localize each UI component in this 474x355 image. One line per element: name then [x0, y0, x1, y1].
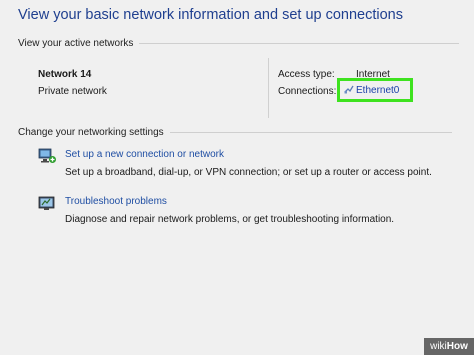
access-type-label: Access type: [278, 69, 335, 80]
change-settings-header: Change your networking settings [18, 127, 452, 138]
troubleshoot-icon [37, 193, 57, 218]
change-settings-heading: Change your networking settings [18, 127, 164, 138]
active-networks-heading: View your active networks [18, 38, 134, 49]
column-divider [268, 58, 269, 118]
troubleshoot-description: Diagnose and repair network problems, or… [65, 214, 395, 225]
active-networks-header: View your active networks [18, 38, 460, 49]
setup-connection-description: Set up a broadband, dial-up, or VPN conn… [65, 167, 432, 178]
page-title: View your basic network information and … [18, 7, 404, 23]
wikihow-watermark: wiki How [424, 338, 474, 355]
setup-connection-link[interactable]: Set up a new connection or network [65, 149, 224, 160]
ethernet-connection-label[interactable]: Ethernet0 [356, 85, 399, 96]
new-connection-icon [37, 146, 57, 171]
watermark-suffix: How [446, 341, 468, 352]
network-name: Network 14 [38, 69, 92, 80]
connections-label: Connections: [278, 86, 337, 97]
troubleshoot-link[interactable]: Troubleshoot problems [65, 196, 167, 207]
watermark-prefix: wiki [430, 341, 447, 352]
section-divider [139, 43, 460, 44]
ethernet-icon [344, 81, 354, 99]
network-category: Private network [38, 86, 107, 97]
section-divider [169, 132, 452, 133]
ethernet-connection-link[interactable]: Ethernet0 [337, 78, 413, 102]
